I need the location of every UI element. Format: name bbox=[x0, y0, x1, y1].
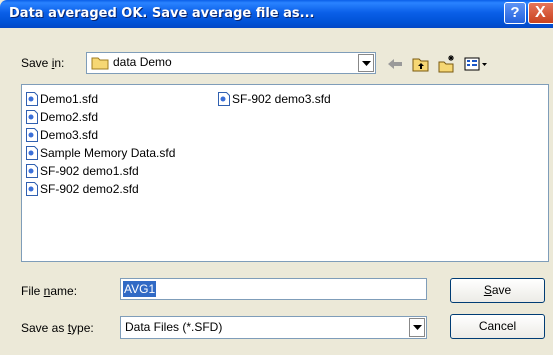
new-folder-button[interactable] bbox=[437, 54, 457, 74]
dialog-title: Data averaged OK. Save average file as..… bbox=[9, 6, 315, 21]
file-name-label: File name: bbox=[21, 284, 78, 298]
file-name-input[interactable]: AVG1 bbox=[120, 278, 427, 300]
save-as-type-value: Data Files (*.SFD) bbox=[125, 320, 223, 334]
close-icon: X bbox=[535, 4, 546, 21]
view-menu-icon bbox=[464, 57, 487, 71]
back-arrow-icon bbox=[388, 59, 402, 69]
save-as-type-label: Save as type: bbox=[21, 321, 94, 335]
up-folder-icon bbox=[412, 58, 429, 72]
save-button[interactable]: Save bbox=[450, 278, 545, 303]
save-in-dropdown[interactable]: data Demo bbox=[86, 52, 376, 74]
sfd-file-icon bbox=[218, 92, 230, 106]
save-as-type-dropdown[interactable]: Data Files (*.SFD) bbox=[120, 316, 427, 339]
chevron-down-icon bbox=[362, 61, 371, 66]
view-menu-button[interactable] bbox=[463, 54, 491, 74]
save-as-type-dropdown-arrow[interactable] bbox=[409, 318, 425, 337]
sfd-file-icon bbox=[26, 164, 38, 178]
save-in-label: Save in: bbox=[21, 56, 65, 70]
sfd-file-icon bbox=[26, 128, 38, 142]
save-in-value: data Demo bbox=[113, 55, 172, 69]
help-button[interactable]: ? bbox=[504, 2, 526, 24]
new-folder-icon bbox=[438, 55, 454, 73]
file-name-value: AVG1 bbox=[123, 281, 157, 297]
sfd-file-icon bbox=[26, 182, 38, 196]
folder-icon bbox=[91, 56, 109, 73]
sfd-file-icon bbox=[26, 146, 38, 160]
up-folder-button[interactable] bbox=[411, 54, 431, 74]
back-button[interactable] bbox=[385, 54, 405, 74]
cancel-button[interactable]: Cancel bbox=[450, 314, 545, 339]
file-list[interactable]: Demo1.sfd Demo2.sfd Demo3.sfd Sample Mem… bbox=[21, 84, 549, 262]
close-button[interactable]: X bbox=[528, 2, 553, 24]
sfd-file-icon bbox=[26, 92, 38, 106]
sfd-file-icon bbox=[26, 110, 38, 124]
chevron-down-icon bbox=[413, 325, 422, 330]
save-dialog: Data averaged OK. Save average file as..… bbox=[0, 0, 553, 355]
title-bar: Data averaged OK. Save average file as..… bbox=[0, 0, 553, 28]
save-in-dropdown-arrow[interactable] bbox=[358, 54, 374, 72]
